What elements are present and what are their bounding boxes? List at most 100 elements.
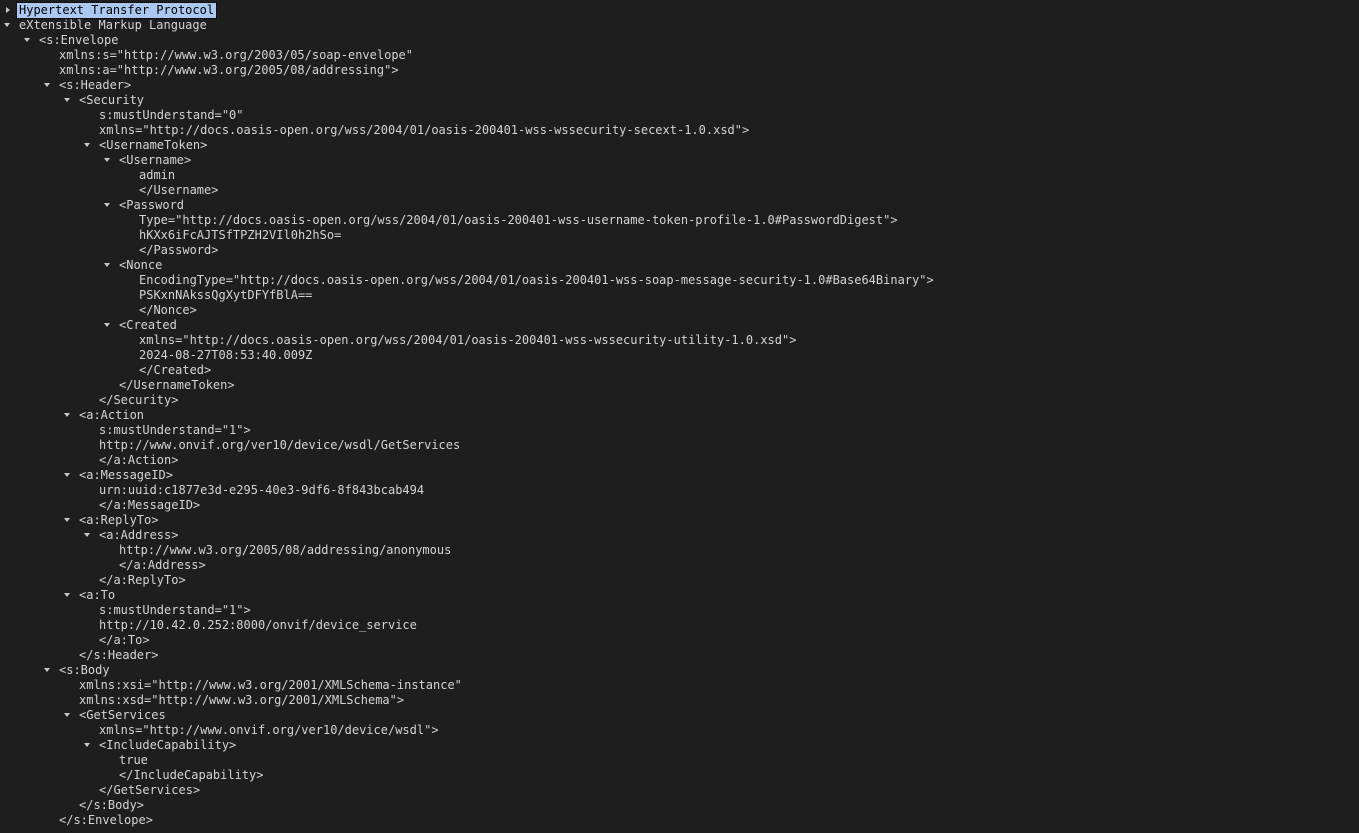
tree-node-label: </Password> bbox=[139, 243, 219, 257]
tree-node-label: <a:Action bbox=[79, 408, 145, 422]
collapse-toggle-icon[interactable] bbox=[102, 153, 114, 168]
tree-row-http-10-42-0-252-8000-onvif-device-servi[interactable]: http://10.42.0.252:8000/onvif/device_ser… bbox=[0, 618, 1359, 633]
expand-toggle-icon[interactable] bbox=[2, 3, 14, 18]
tree-node-label: <Password bbox=[119, 198, 185, 212]
tree-row-s-body[interactable]: <s:Body bbox=[0, 663, 1359, 678]
collapse-toggle-icon[interactable] bbox=[62, 513, 74, 528]
collapse-toggle-icon[interactable] bbox=[62, 93, 74, 108]
collapse-toggle-icon[interactable] bbox=[62, 468, 74, 483]
tree-row-s-mustunderstand-1[interactable]: s:mustUnderstand="1"> bbox=[0, 423, 1359, 438]
tree-row-created[interactable]: </Created> bbox=[0, 363, 1359, 378]
tree-row-xmlns-http-www-onvif-org-ver10-device-ws[interactable]: xmlns="http://www.onvif.org/ver10/device… bbox=[0, 723, 1359, 738]
tree-node-label: hKXx6iFcAJTSfTPZH2VIl0h2hSo= bbox=[139, 228, 342, 242]
tree-node-label: PSKxnNAkssQgXytDFYfBlA== bbox=[139, 288, 313, 302]
tree-node-label: </a:Action> bbox=[99, 453, 179, 467]
tree-row-a-replyto[interactable]: <a:ReplyTo> bbox=[0, 513, 1359, 528]
tree-node-label: <a:To bbox=[79, 588, 116, 602]
tree-node-label: </s:Envelope> bbox=[59, 813, 153, 827]
tree-node-label: <s:Envelope bbox=[39, 33, 119, 47]
tree-node-label: http://www.onvif.org/ver10/device/wsdl/G… bbox=[99, 438, 461, 452]
tree-row-urn-uuid-c1877e3d-e295-40e3-9df6-8f843bc[interactable]: urn:uuid:c1877e3d-e295-40e3-9df6-8f843bc… bbox=[0, 483, 1359, 498]
collapse-toggle-icon[interactable] bbox=[2, 18, 14, 33]
tree-row-true[interactable]: true bbox=[0, 753, 1359, 768]
tree-node-label: s:mustUnderstand="0" bbox=[99, 108, 244, 122]
tree-row-a-replyto[interactable]: </a:ReplyTo> bbox=[0, 573, 1359, 588]
tree-row-s-mustunderstand-1[interactable]: s:mustUnderstand="1"> bbox=[0, 603, 1359, 618]
collapse-toggle-icon[interactable] bbox=[22, 33, 34, 48]
tree-row-created[interactable]: <Created bbox=[0, 318, 1359, 333]
tree-row-security[interactable]: </Security> bbox=[0, 393, 1359, 408]
collapse-toggle-icon[interactable] bbox=[42, 78, 54, 93]
tree-row-http-www-onvif-org-ver10-device-wsdl-get[interactable]: http://www.onvif.org/ver10/device/wsdl/G… bbox=[0, 438, 1359, 453]
tree-row-xmlns-xsd-http-www-w3-org-2001-xmlschema[interactable]: xmlns:xsd="http://www.w3.org/2001/XMLSch… bbox=[0, 693, 1359, 708]
tree-node-label: <s:Header> bbox=[59, 78, 132, 92]
tree-row-username[interactable]: <Username> bbox=[0, 153, 1359, 168]
tree-row-encodingtype-http-docs-oasis-open-org-ws[interactable]: EncodingType="http://docs.oasis-open.org… bbox=[0, 273, 1359, 288]
tree-row-nonce[interactable]: </Nonce> bbox=[0, 303, 1359, 318]
tree-row-s-body[interactable]: </s:Body> bbox=[0, 798, 1359, 813]
tree-row-xmlns-s-http-www-w3-org-2003-05-soap-env[interactable]: xmlns:s="http://www.w3.org/2003/05/soap-… bbox=[0, 48, 1359, 63]
collapse-toggle-icon[interactable] bbox=[102, 198, 114, 213]
tree-row-hypertext-transfer-protocol[interactable]: Hypertext Transfer Protocol bbox=[0, 2, 1359, 19]
tree-node-label: </s:Body> bbox=[79, 798, 145, 812]
tree-row-s-header[interactable]: </s:Header> bbox=[0, 648, 1359, 663]
collapse-toggle-icon[interactable] bbox=[62, 408, 74, 423]
tree-row-usernametoken[interactable]: </UsernameToken> bbox=[0, 378, 1359, 393]
tree-node-label: Hypertext Transfer Protocol bbox=[15, 2, 218, 19]
collapse-toggle-icon[interactable] bbox=[42, 663, 54, 678]
tree-row-s-envelope[interactable]: <s:Envelope bbox=[0, 33, 1359, 48]
collapse-toggle-icon[interactable] bbox=[62, 588, 74, 603]
tree-node-label: http://10.42.0.252:8000/onvif/device_ser… bbox=[99, 618, 417, 632]
tree-row-a-messageid[interactable]: <a:MessageID> bbox=[0, 468, 1359, 483]
tree-node-label: </a:ReplyTo> bbox=[99, 573, 186, 587]
tree-row-a-action[interactable]: </a:Action> bbox=[0, 453, 1359, 468]
tree-node-label: </GetServices> bbox=[99, 783, 201, 797]
tree-row-xmlns-a-http-www-w3-org-2005-08-addressi[interactable]: xmlns:a="http://www.w3.org/2005/08/addre… bbox=[0, 63, 1359, 78]
tree-node-label: <Created bbox=[119, 318, 177, 332]
tree-row-type-http-docs-oasis-open-org-wss-2004-0[interactable]: Type="http://docs.oasis-open.org/wss/200… bbox=[0, 213, 1359, 228]
tree-row-pskxnnakssqgxytdfyfbla[interactable]: PSKxnNAkssQgXytDFYfBlA== bbox=[0, 288, 1359, 303]
tree-row-admin[interactable]: admin bbox=[0, 168, 1359, 183]
tree-row-hkxx6ifcajtsftpzh2vil0h2hso[interactable]: hKXx6iFcAJTSfTPZH2VIl0h2hSo= bbox=[0, 228, 1359, 243]
tree-node-label: <a:ReplyTo> bbox=[79, 513, 159, 527]
tree-row-2024-08-27t08-53-40-009z[interactable]: 2024-08-27T08:53:40.009Z bbox=[0, 348, 1359, 363]
tree-row-a-to[interactable]: </a:To> bbox=[0, 633, 1359, 648]
tree-row-a-action[interactable]: <a:Action bbox=[0, 408, 1359, 423]
tree-row-a-address[interactable]: <a:Address> bbox=[0, 528, 1359, 543]
tree-row-getservices[interactable]: <GetServices bbox=[0, 708, 1359, 723]
collapse-toggle-icon[interactable] bbox=[82, 738, 94, 753]
tree-node-label: 2024-08-27T08:53:40.009Z bbox=[139, 348, 313, 362]
tree-node-label: <IncludeCapability> bbox=[99, 738, 237, 752]
tree-node-label: <s:Body bbox=[59, 663, 110, 677]
tree-row-extensible-markup-language[interactable]: eXtensible Markup Language bbox=[0, 18, 1359, 33]
collapse-toggle-icon[interactable] bbox=[62, 708, 74, 723]
tree-row-username[interactable]: </Username> bbox=[0, 183, 1359, 198]
tree-row-password[interactable]: </Password> bbox=[0, 243, 1359, 258]
collapse-toggle-icon[interactable] bbox=[82, 138, 94, 153]
tree-row-xmlns-http-docs-oasis-open-org-wss-2004-[interactable]: xmlns="http://docs.oasis-open.org/wss/20… bbox=[0, 123, 1359, 138]
tree-node-label: <UsernameToken> bbox=[99, 138, 208, 152]
tree-row-includecapability[interactable]: <IncludeCapability> bbox=[0, 738, 1359, 753]
collapse-toggle-icon[interactable] bbox=[82, 528, 94, 543]
collapse-toggle-icon[interactable] bbox=[102, 258, 114, 273]
tree-row-getservices[interactable]: </GetServices> bbox=[0, 783, 1359, 798]
tree-node-label: true bbox=[119, 753, 148, 767]
tree-row-a-address[interactable]: </a:Address> bbox=[0, 558, 1359, 573]
tree-node-label: </Nonce> bbox=[139, 303, 197, 317]
tree-row-includecapability[interactable]: </IncludeCapability> bbox=[0, 768, 1359, 783]
tree-row-a-to[interactable]: <a:To bbox=[0, 588, 1359, 603]
tree-row-usernametoken[interactable]: <UsernameToken> bbox=[0, 138, 1359, 153]
tree-row-s-envelope[interactable]: </s:Envelope> bbox=[0, 813, 1359, 828]
collapse-toggle-icon[interactable] bbox=[102, 318, 114, 333]
tree-node-label: s:mustUnderstand="1"> bbox=[99, 423, 251, 437]
tree-row-nonce[interactable]: <Nonce bbox=[0, 258, 1359, 273]
tree-row-security[interactable]: <Security bbox=[0, 93, 1359, 108]
tree-row-xmlns-xsi-http-www-w3-org-2001-xmlschema[interactable]: xmlns:xsi="http://www.w3.org/2001/XMLSch… bbox=[0, 678, 1359, 693]
tree-row-s-header[interactable]: <s:Header> bbox=[0, 78, 1359, 93]
tree-node-label: http://www.w3.org/2005/08/addressing/ano… bbox=[119, 543, 452, 557]
tree-row-xmlns-http-docs-oasis-open-org-wss-2004-[interactable]: xmlns="http://docs.oasis-open.org/wss/20… bbox=[0, 333, 1359, 348]
tree-row-s-mustunderstand-0[interactable]: s:mustUnderstand="0" bbox=[0, 108, 1359, 123]
tree-row-http-www-w3-org-2005-08-addressing-anony[interactable]: http://www.w3.org/2005/08/addressing/ano… bbox=[0, 543, 1359, 558]
tree-row-a-messageid[interactable]: </a:MessageID> bbox=[0, 498, 1359, 513]
tree-row-password[interactable]: <Password bbox=[0, 198, 1359, 213]
